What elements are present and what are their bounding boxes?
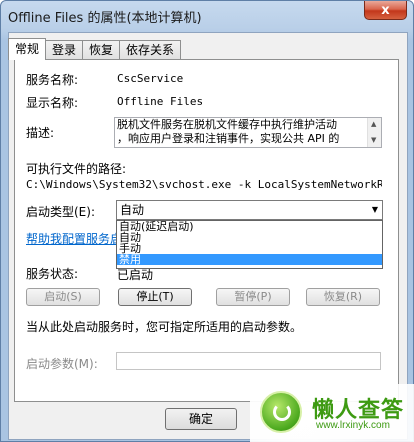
scroll-down-icon[interactable]: ▼ (371, 136, 376, 144)
close-icon: x (381, 2, 390, 18)
close-button[interactable]: x (364, 1, 407, 20)
tab-dependencies[interactable]: 依存关系 (119, 40, 182, 60)
exe-path-value: C:\Windows\System32\svchost.exe -k Local… (26, 178, 382, 191)
tab-general[interactable]: 常规 (8, 38, 47, 60)
description-scrollbar[interactable]: ▲ ▼ (367, 118, 381, 147)
startup-option-auto[interactable]: 自动 (117, 232, 382, 243)
startup-option-auto-delayed[interactable]: 自动(延迟启动) (117, 221, 382, 232)
tab-recovery[interactable]: 恢复 (82, 40, 121, 60)
display-name-value: Offline Files (117, 95, 204, 108)
service-name-value: CscService (117, 72, 184, 85)
ok-button[interactable]: 确定 (165, 408, 237, 430)
help-configure-link[interactable]: 帮助我配置服务启 (26, 230, 122, 247)
service-name-label: 服务名称: (26, 73, 79, 87)
startup-type-dropdown: 自动(延迟启动) 自动 手动 禁用 (116, 220, 383, 269)
stop-button[interactable]: 停止(T) (118, 288, 192, 306)
pause-button[interactable]: 暂停(P) (216, 288, 290, 306)
site-watermark: 懒人查答 www.lrxinyk.com (250, 384, 414, 442)
description-label: 描述: (26, 126, 55, 140)
chevron-down-icon[interactable]: ▼ (372, 201, 378, 219)
start-params-label: 启动参数(M): (26, 357, 98, 371)
startup-option-manual[interactable]: 手动 (117, 243, 382, 254)
tab-strip: 常规 登录 恢复 依存关系 (8, 38, 182, 60)
tab-logon[interactable]: 登录 (45, 40, 84, 60)
power-logo-icon (260, 391, 302, 433)
watermark-url: www.lrxinyk.com (316, 420, 390, 431)
description-box[interactable]: 脱机文件服务在脱机文件缓存中执行维护活动 ，响应用户登录和注销事件，实现公共 A… (114, 117, 382, 148)
service-status-label: 服务状态: (26, 267, 79, 281)
start-params-input[interactable] (116, 352, 381, 370)
description-text: 脱机文件服务在脱机文件缓存中执行维护活动 ，响应用户登录和注销事件，实现公共 A… (117, 118, 340, 145)
scroll-up-icon[interactable]: ▲ (371, 120, 376, 128)
start-button[interactable]: 启动(S) (26, 288, 100, 306)
window-title: Offline Files 的属性(本地计算机) (8, 11, 202, 26)
resume-button[interactable]: 恢复(R) (306, 288, 380, 306)
exe-path-label: 可执行文件的路径: (26, 162, 127, 176)
startup-type-select[interactable]: 自动 ▼ (116, 200, 383, 220)
title-bar[interactable]: Offline Files 的属性(本地计算机) x (1, 1, 413, 31)
startup-type-label: 启动类型(E): (26, 205, 95, 219)
start-params-hint: 当从此处启动服务时，您可指定所适用的启动参数。 (26, 320, 303, 334)
startup-option-disabled[interactable]: 禁用 (117, 254, 382, 265)
display-name-label: 显示名称: (26, 96, 79, 110)
startup-type-value: 自动 (120, 203, 145, 217)
